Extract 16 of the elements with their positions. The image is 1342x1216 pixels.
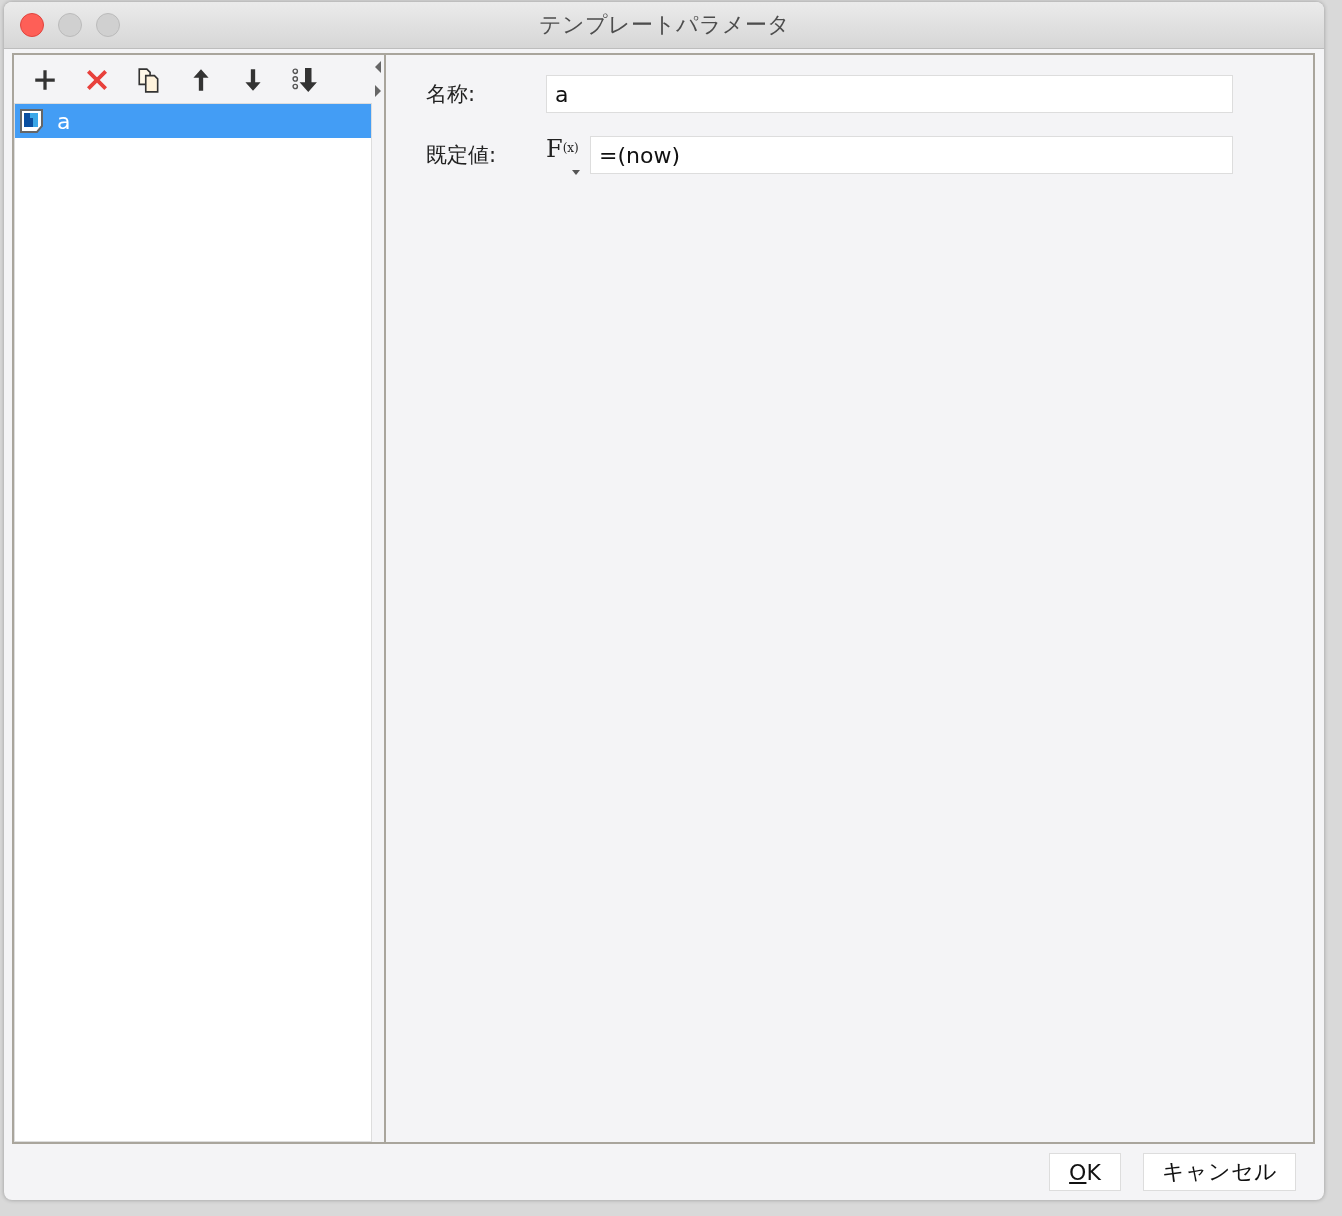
expand-right-icon[interactable] (374, 85, 382, 97)
ok-button[interactable]: OK (1049, 1153, 1121, 1191)
name-label: 名称: (426, 81, 477, 108)
plus-icon (32, 67, 58, 93)
window-title: テンプレートパラメータ (538, 12, 790, 37)
move-to-bottom-icon (292, 67, 318, 93)
move-to-bottom-button[interactable] (290, 65, 320, 95)
close-button[interactable] (20, 13, 44, 37)
cancel-button[interactable]: キャンセル (1143, 1153, 1296, 1191)
parameter-icon (19, 108, 45, 134)
default-value-field[interactable]: =(now) (590, 136, 1233, 174)
default-value-label: 既定値: (426, 142, 498, 169)
caret-icon (572, 170, 580, 175)
collapse-left-icon[interactable] (374, 61, 382, 73)
name-field[interactable]: a (546, 75, 1233, 113)
delete-icon (84, 67, 110, 93)
